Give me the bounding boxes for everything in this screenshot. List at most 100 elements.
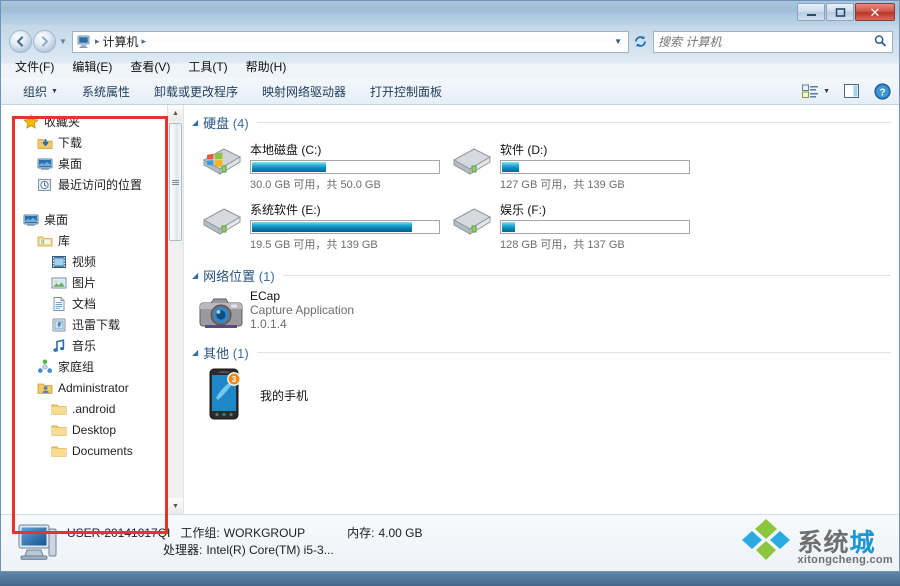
scroll-down-arrow-icon[interactable]: ▼: [168, 498, 183, 514]
collapse-caret-icon[interactable]: ◢: [192, 271, 198, 280]
drive-usage-fill: [502, 222, 516, 232]
scroll-up-arrow-icon[interactable]: ▲: [168, 105, 183, 121]
preview-pane-button[interactable]: [844, 83, 860, 99]
menu-file[interactable]: 文件(F): [15, 58, 54, 75]
sidebar-item-thunder-download[interactable]: 迅雷下载: [1, 314, 183, 335]
menu-help[interactable]: 帮助(H): [246, 58, 287, 75]
collapse-caret-icon[interactable]: ◢: [192, 348, 198, 357]
title-bar[interactable]: ✕: [1, 1, 899, 25]
sidebar-item-favorites[interactable]: 收藏夹: [1, 111, 183, 132]
organize-label: 组织: [23, 84, 48, 99]
breadcrumb-trailing-separator[interactable]: ▸: [142, 36, 147, 47]
status-info: USER-20141017QI 工作组: WORKGROUP 内存: 4.00 …: [67, 525, 422, 559]
workgroup-label: 工作组:: [180, 525, 220, 540]
history-dropdown-icon[interactable]: ▼: [57, 37, 69, 46]
minimize-button[interactable]: [797, 3, 825, 21]
computer-name: USER-20141017QI: [67, 525, 171, 540]
sidebar-item-desktop-fav[interactable]: 桌面: [1, 153, 183, 174]
section-header-other[interactable]: ◢ 其他 (1): [192, 343, 899, 362]
breadcrumb-item-computer[interactable]: 计算机: [103, 33, 139, 50]
drive-tile[interactable]: 软件 (D:) 127 GB 可用，共 139 GB: [434, 136, 690, 196]
map-network-drive-button[interactable]: 映射网络驱动器: [262, 83, 346, 100]
sidebar-item-recent-places[interactable]: 最近访问的位置: [1, 174, 183, 195]
drives-list: 本地磁盘 (C:) 30.0 GB 可用，共 50.0 GB 软件 (D:) 1…: [184, 136, 899, 256]
menu-bar: 文件(F) 编辑(E) 查看(V) 工具(T) 帮助(H): [1, 55, 899, 78]
close-button[interactable]: ✕: [855, 3, 895, 21]
desktop-background: ✕ ▼ ▸ 计算机 ▸ ▼ 搜索 计算机 文件(F) 编辑(E) 查看(V) 工…: [0, 0, 900, 586]
address-bar[interactable]: ▸ 计算机 ▸ ▼: [72, 30, 629, 53]
drive-tile[interactable]: 本地磁盘 (C:) 30.0 GB 可用，共 50.0 GB: [184, 136, 440, 196]
menu-view[interactable]: 查看(V): [130, 58, 170, 75]
search-box[interactable]: [653, 30, 893, 53]
breadcrumb[interactable]: ▸ 计算机 ▸: [75, 33, 148, 50]
sidebar-item-music[interactable]: 音乐: [1, 335, 183, 356]
content-pane[interactable]: ◢ 硬盘 (4) 本地磁盘 (C:) 30.0 GB 可用，共 50.0 GB …: [184, 105, 899, 514]
watermark-logo-icon: [739, 517, 795, 566]
sidebar-item-label: 迅雷下载: [72, 318, 121, 332]
sidebar-item-homegroup[interactable]: 家庭组: [1, 356, 183, 377]
sidebar-item-documents-folder[interactable]: Documents: [1, 440, 183, 461]
sidebar-item-label: Desktop: [72, 422, 117, 437]
section-divider: [256, 122, 891, 123]
menu-tools[interactable]: 工具(T): [188, 58, 227, 75]
search-icon[interactable]: [871, 31, 892, 52]
documents-icon: [51, 296, 67, 312]
sidebar-item-downloads[interactable]: 下载: [1, 132, 183, 153]
pictures-icon: [51, 275, 67, 291]
sidebar-item-android[interactable]: .android: [1, 398, 183, 419]
change-view-button[interactable]: ▼: [802, 84, 830, 99]
status-bar: USER-20141017QI 工作组: WORKGROUP 内存: 4.00 …: [1, 514, 899, 568]
star-icon: [23, 113, 39, 130]
network-location-item[interactable]: ECap Capture Application 1.0.1.4: [184, 285, 899, 337]
menu-edit[interactable]: 编辑(E): [72, 58, 112, 75]
back-arrow-icon[interactable]: [9, 30, 32, 53]
navigation-row: ▼ ▸ 计算机 ▸ ▼: [1, 25, 899, 55]
scrollbar-thumb[interactable]: [169, 123, 182, 241]
computer-icon: [13, 521, 61, 563]
workgroup-value: WORKGROUP: [223, 525, 306, 540]
section-count: (1): [258, 269, 275, 284]
drive-usage-bar: [250, 160, 440, 174]
help-button[interactable]: ?: [874, 82, 891, 100]
toolbar-right-group: ▼ ?: [802, 82, 891, 100]
forward-arrow-icon[interactable]: [33, 30, 56, 53]
sidebar-item-desktop-folder[interactable]: Desktop: [1, 419, 183, 440]
downloads-icon: [37, 135, 53, 151]
sidebar-item-documents[interactable]: 文档: [1, 293, 183, 314]
collapse-caret-icon[interactable]: ◢: [192, 118, 198, 127]
system-properties-button[interactable]: 系统属性: [82, 83, 130, 100]
navigation-pane[interactable]: 收藏夹 下载 桌面 最近访问的位置 桌面 库 视频 图片 文档 迅雷下载 音乐 …: [1, 105, 184, 514]
drive-usage-bar: [500, 220, 690, 234]
section-header-harddisks[interactable]: ◢ 硬盘 (4): [192, 113, 899, 132]
sidebar-item-label: 最近访问的位置: [58, 178, 143, 192]
section-header-network-location[interactable]: ◢ 网络位置 (1): [192, 266, 899, 285]
sidebar-item-libraries[interactable]: 库: [1, 230, 183, 251]
sidebar-item-desktop[interactable]: 桌面: [1, 209, 183, 230]
drive-tile[interactable]: 娱乐 (F:) 128 GB 可用，共 137 GB: [434, 196, 690, 256]
organize-button[interactable]: 组织 ▼: [23, 83, 58, 100]
refresh-icon[interactable]: [629, 34, 651, 49]
other-device-item[interactable]: 3 我的手机: [184, 362, 899, 422]
section-count: (4): [232, 116, 249, 131]
svg-text:?: ?: [879, 87, 885, 98]
address-dropdown-icon[interactable]: ▼: [614, 37, 626, 46]
sidebar-item-administrator[interactable]: Administrator: [1, 377, 183, 398]
folder-icon: [51, 422, 67, 438]
section-title-text: 网络位置: [203, 269, 256, 284]
uninstall-change-program-button[interactable]: 卸载或更改程序: [154, 83, 238, 100]
sidebar-scrollbar[interactable]: ▲ ▼: [167, 105, 183, 514]
section-title-text: 其他: [203, 346, 230, 361]
sidebar-item-label: 视频: [72, 255, 97, 269]
watermark-url: xitongcheng.com: [797, 554, 893, 566]
open-control-panel-button[interactable]: 打开控制面板: [370, 83, 442, 100]
desktop-icon: [23, 212, 39, 228]
drive-capacity-text: 128 GB 可用，共 137 GB: [500, 239, 625, 251]
sidebar-item-videos[interactable]: 视频: [1, 251, 183, 272]
maximize-button[interactable]: [826, 3, 854, 21]
drive-tile[interactable]: 系统软件 (E:) 19.5 GB 可用，共 139 GB: [184, 196, 440, 256]
preview-pane-icon: [844, 83, 859, 98]
sidebar-item-pictures[interactable]: 图片: [1, 272, 183, 293]
search-input[interactable]: [658, 34, 875, 49]
network-item-version: 1.0.1.4: [250, 317, 287, 331]
scrollbar-grip-icon: [172, 179, 179, 186]
